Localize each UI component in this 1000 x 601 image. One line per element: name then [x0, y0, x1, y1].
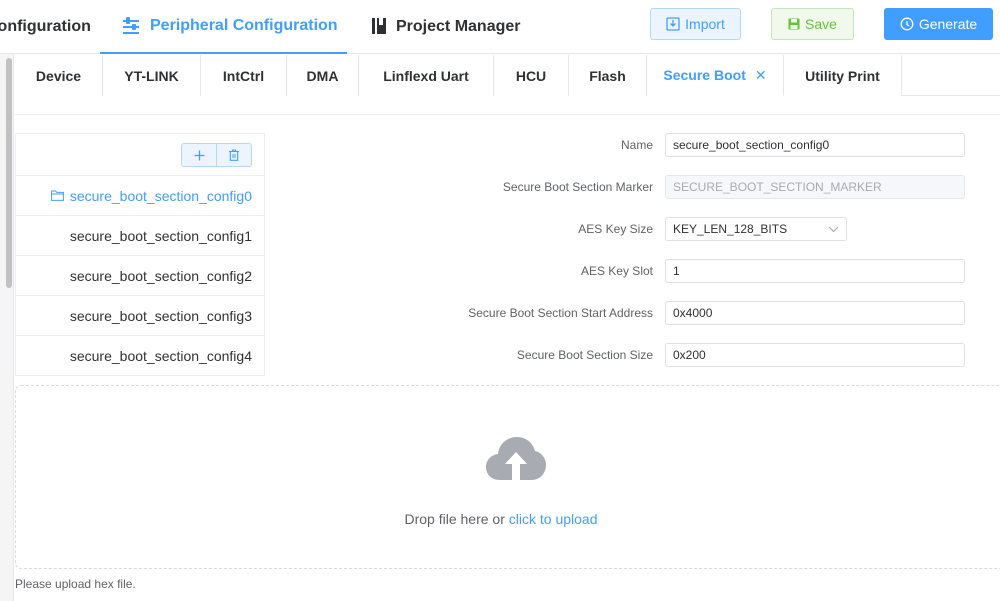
generate-icon: [900, 17, 914, 31]
content-divider: [15, 114, 1000, 115]
aes-key-size-label: AES Key Size: [578, 222, 653, 236]
click-to-upload-link[interactable]: click to upload: [509, 511, 598, 527]
nav-tab-configuration[interactable]: Configuration: [0, 0, 91, 54]
import-button[interactable]: Import: [650, 8, 741, 40]
tab-intctrl[interactable]: IntCtrl: [201, 55, 287, 96]
tab-yt-link-label: YT-LINK: [124, 67, 179, 84]
upload-cloud-icon: [486, 437, 546, 480]
tab-linflexd-uart[interactable]: Linflexd Uart: [359, 55, 494, 96]
section-item-label: secure_boot_section_config3: [69, 307, 252, 324]
section-item-config3[interactable]: secure_boot_section_config3: [16, 296, 264, 336]
vertical-scrollbar[interactable]: [6, 58, 12, 288]
sliders-icon: [121, 16, 141, 36]
book-icon: [371, 17, 387, 37]
trash-icon: [229, 149, 239, 161]
tab-intctrl-label: IntCtrl: [222, 67, 265, 84]
tab-device-label: Device: [35, 67, 82, 84]
section-marker-input: [665, 175, 965, 199]
import-label: Import: [685, 16, 725, 32]
section-size-input[interactable]: [665, 343, 965, 367]
tab-flash-label: Flash: [589, 67, 626, 84]
tab-dma-label: DMA: [306, 67, 339, 84]
tab-secure-boot-label: Secure Boot: [663, 67, 746, 83]
save-icon: [788, 18, 800, 30]
tab-yt-link[interactable]: YT-LINK: [103, 55, 201, 96]
section-item-config4[interactable]: secure_boot_section_config4: [16, 336, 264, 376]
nav-tab-peripheral-configuration[interactable]: Peripheral Configuration: [100, 0, 347, 54]
generate-label: Generate: [918, 16, 978, 32]
upload-text: Drop file here or click to upload: [16, 511, 986, 527]
section-size-label: Secure Boot Section Size: [516, 348, 653, 362]
aes-key-slot-label: AES Key Slot: [580, 264, 653, 278]
top-bar: Configuration Peripheral Configuration P…: [0, 0, 1000, 54]
drop-text: Drop file here or: [404, 511, 505, 527]
section-item-config1[interactable]: secure_boot_section_config1: [16, 216, 264, 256]
section-list-header: [16, 134, 264, 176]
tab-device[interactable]: Device: [15, 55, 103, 96]
start-address-input[interactable]: [665, 301, 965, 325]
section-list: secure_boot_section_config0 secure_boot_…: [15, 133, 265, 376]
aes-key-size-select[interactable]: KEY_LEN_128_BITS: [665, 217, 847, 241]
section-item-config2[interactable]: secure_boot_section_config2: [16, 256, 264, 296]
save-label: Save: [805, 16, 837, 32]
aes-key-slot-input[interactable]: [665, 259, 965, 283]
tab-hcu-label: HCU: [515, 67, 547, 84]
tab-utility-print[interactable]: Utility Print: [784, 55, 902, 96]
peripheral-tabs: Device YT-LINK IntCtrl DMA Linflexd Uart…: [15, 55, 1000, 96]
name-input[interactable]: [665, 133, 965, 157]
nav-tab-project-manager[interactable]: Project Manager: [371, 0, 520, 54]
tab-flash[interactable]: Flash: [569, 55, 647, 96]
nav-tab-configuration-label: Configuration: [0, 18, 91, 35]
name-label: Name: [620, 138, 653, 152]
section-item-config0[interactable]: secure_boot_section_config0: [16, 176, 264, 216]
section-marker-label: Secure Boot Section Marker: [502, 180, 653, 194]
plus-icon: [194, 150, 204, 160]
tab-utility-print-label: Utility Print: [805, 67, 880, 84]
close-tab-icon[interactable]: ✕: [755, 67, 767, 84]
add-section-button[interactable]: [182, 144, 216, 166]
tab-dma[interactable]: DMA: [287, 55, 359, 96]
section-button-group: [181, 143, 252, 167]
generate-button[interactable]: Generate: [884, 8, 993, 40]
import-icon: [666, 17, 680, 31]
upload-tip: Please upload hex file.: [15, 577, 136, 591]
aes-key-size-value: KEY_LEN_128_BITS: [673, 222, 788, 236]
tab-secure-boot[interactable]: Secure Boot ✕: [647, 55, 784, 96]
nav-tab-peripheral-label: Peripheral Configuration: [150, 17, 338, 34]
save-button[interactable]: Save: [771, 8, 854, 40]
section-item-label: secure_boot_section_config1: [69, 227, 252, 244]
tab-linflexd-uart-label: Linflexd Uart: [383, 67, 469, 84]
start-address-label: Secure Boot Section Start Address: [468, 306, 653, 320]
section-item-label: secure_boot_section_config0: [69, 187, 252, 204]
delete-section-button[interactable]: [216, 144, 251, 166]
section-item-label: secure_boot_section_config4: [69, 348, 252, 364]
nav-tab-project-label: Project Manager: [396, 18, 521, 35]
folder-icon: [50, 190, 64, 201]
upload-dropzone[interactable]: Drop file here or click to upload: [15, 385, 1000, 569]
chevron-down-icon: [828, 226, 839, 232]
tab-hcu[interactable]: HCU: [494, 55, 569, 96]
section-item-label: secure_boot_section_config2: [69, 267, 252, 284]
